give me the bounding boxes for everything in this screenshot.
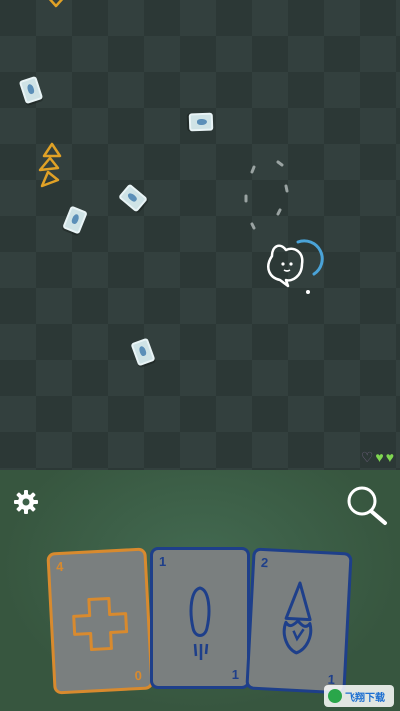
flame-spike-icon [282, 581, 313, 655]
gear-icon[interactable] [12, 488, 40, 516]
card-fireball[interactable]: 1 1 [150, 547, 250, 689]
ghost-icon[interactable] [258, 236, 328, 302]
watermark-text: 飞翔下载 [345, 692, 385, 704]
card-corner-value: 1 [231, 667, 239, 682]
card-shard [118, 183, 148, 213]
lives-indicator: ♡ ♥ ♥ [361, 450, 394, 464]
card-flame-spike[interactable]: 2 1 [245, 547, 353, 695]
magnifier-icon[interactable] [344, 484, 390, 526]
card-panel: 4 0 1 1 2 1 飞翔下载 [0, 470, 400, 711]
watermark-badge: 飞翔下载 [324, 685, 394, 707]
card-plus[interactable]: 4 0 [46, 547, 154, 695]
card-corner-value: 0 [134, 667, 143, 684]
card-shard [18, 75, 44, 105]
card-shard [130, 337, 156, 367]
projectile-trail [244, 160, 289, 230]
game-arena[interactable]: ♡ ♥ ♥ [0, 0, 400, 470]
orange-arrow-cluster-icon [38, 142, 62, 188]
card-shard [188, 112, 214, 132]
watermark-logo-icon [328, 689, 342, 703]
heart-full-icon: ♥ [375, 449, 384, 465]
heart-empty-icon: ♡ [360, 449, 374, 465]
fireball-icon [189, 586, 211, 660]
orange-arrow-icon [48, 0, 64, 8]
card-shard [62, 205, 88, 235]
heart-full-icon: ♥ [385, 449, 394, 465]
